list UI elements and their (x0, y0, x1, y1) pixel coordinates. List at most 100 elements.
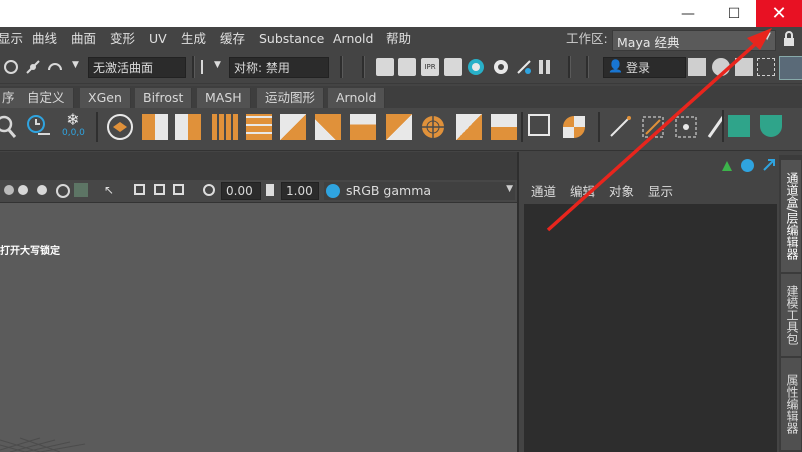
ipr-render-icon[interactable]: IPR (421, 58, 439, 76)
pause-icon[interactable] (539, 60, 543, 74)
menu-uv[interactable]: UV (149, 27, 167, 51)
minimize-button[interactable]: — (668, 0, 708, 27)
channel-settings-icon[interactable] (741, 159, 754, 172)
tab-channel-box-layer-editor[interactable]: 通道盒/层编辑器 (781, 160, 801, 272)
axis-icon[interactable] (720, 159, 734, 176)
login-button[interactable]: 👤 登录 (603, 57, 686, 78)
character-controls-icon[interactable] (735, 58, 753, 76)
user-icon: 👤 (608, 59, 623, 73)
marketplace-icon[interactable] (688, 58, 706, 76)
tab-modeling-toolkit[interactable]: 建模工具包 (781, 274, 801, 356)
bridge-icon[interactable] (315, 114, 341, 140)
sphere-wire-icon[interactable] (420, 114, 446, 143)
tab-arnold[interactable]: Arnold (328, 88, 386, 108)
xray-icon[interactable] (74, 183, 88, 197)
resolution-gate-icon[interactable] (173, 184, 184, 195)
poly-cube-icon[interactable] (142, 114, 168, 140)
snap-to-view-plane-icon[interactable] (46, 58, 64, 79)
lock-icon[interactable] (782, 31, 796, 47)
uv-editor-icon[interactable] (528, 114, 550, 136)
chan-tab-show[interactable]: 显示 (648, 181, 673, 200)
menu-generate[interactable]: 生成 (181, 27, 206, 51)
separate-icon[interactable] (456, 114, 482, 140)
maximize-button[interactable]: ☐ (714, 0, 754, 27)
shelf-divider (521, 112, 523, 142)
menu-substance[interactable]: Substance (259, 27, 324, 51)
snowflake-icon[interactable]: ❄ 0,0,0 (62, 112, 85, 139)
chan-tab-object[interactable]: 对象 (609, 181, 634, 200)
expand-arrow-icon[interactable] (762, 158, 776, 175)
tab-custom[interactable]: 自定义 (19, 88, 74, 108)
lighting-icon[interactable] (56, 184, 70, 198)
subdivide-icon[interactable] (212, 114, 238, 140)
gamma-field[interactable]: 1.00 (281, 182, 319, 200)
menu-cache[interactable]: 缓存 (220, 27, 245, 51)
menu-display[interactable]: 显示 (0, 27, 23, 51)
wireframe-icon[interactable] (4, 185, 14, 195)
tab-xgen[interactable]: XGen (80, 88, 131, 108)
frame-all-icon[interactable] (154, 184, 165, 195)
workspace-label: 工作区: (566, 31, 608, 46)
snap-to-point-icon[interactable] (24, 58, 42, 79)
render-settings-icon[interactable] (444, 58, 462, 76)
poly-sphere-icon[interactable] (175, 114, 201, 140)
menu-help[interactable]: 帮助 (386, 27, 411, 51)
chan-tab-edit[interactable]: 编辑 (570, 181, 595, 200)
menu-surfaces[interactable]: 曲面 (71, 27, 96, 51)
symmetry-field[interactable]: 对称: 禁用 (229, 57, 329, 78)
smooth-icon[interactable] (491, 114, 517, 140)
tab-mash[interactable]: MASH (197, 88, 251, 108)
unfold-uv-icon[interactable] (673, 114, 699, 143)
hypershade-icon[interactable] (467, 58, 485, 79)
layout-uv-icon[interactable] (760, 115, 782, 137)
isolate-select-icon[interactable] (134, 184, 145, 195)
channel-box-toggle-icon[interactable] (779, 56, 802, 80)
viewport-canvas[interactable] (0, 203, 517, 452)
open-render-view-icon[interactable] (376, 58, 394, 76)
smooth-shade-icon[interactable] (18, 185, 28, 195)
chevron-down-icon[interactable]: ▼ (214, 60, 221, 70)
checker-sphere-icon[interactable] (561, 114, 587, 143)
tab-attribute-editor[interactable]: 属性编辑器 (781, 358, 801, 450)
pause-icon-bar (546, 60, 550, 74)
gamma-icon[interactable] (266, 184, 274, 196)
cut-uv-icon[interactable] (607, 114, 633, 143)
bevel-icon[interactable] (350, 114, 376, 140)
render-setup-icon[interactable] (492, 58, 510, 79)
select-tool-icon[interactable]: ↖ (104, 183, 114, 197)
sew-uv-icon[interactable] (640, 114, 666, 143)
separator (192, 56, 195, 78)
magnifier-icon[interactable] (0, 114, 18, 143)
shelf-divider (722, 110, 724, 142)
close-button[interactable]: ✕ (756, 0, 802, 27)
textured-icon[interactable] (37, 185, 47, 195)
attribute-editor-icon[interactable] (757, 58, 775, 76)
nurbs-toolkit-icon[interactable] (106, 113, 134, 144)
combine-icon[interactable] (386, 114, 412, 140)
live-surface-field[interactable]: 无激活曲面 (88, 57, 186, 78)
symmetry-text: 对称: 禁用 (234, 61, 290, 75)
chevron-down-icon[interactable]: ▼ (72, 60, 79, 70)
tab-motion-graphics[interactable]: 运动图形 (257, 88, 325, 108)
separator (340, 56, 343, 78)
exposure-icon[interactable] (203, 184, 215, 196)
exposure-field[interactable]: 0.00 (221, 182, 261, 200)
modeling-toolkit-icon[interactable] (712, 58, 730, 76)
channel-list[interactable] (524, 204, 777, 452)
poly-plane-icon[interactable] (246, 114, 272, 140)
tab-bifrost[interactable]: Bifrost (135, 88, 193, 108)
menu-arnold[interactable]: Arnold (333, 27, 373, 51)
timer-icon[interactable] (24, 112, 52, 143)
light-editor-icon[interactable] (515, 58, 533, 79)
shelf-divider (598, 112, 600, 142)
color-management-icon (326, 184, 340, 198)
material-icon[interactable] (728, 115, 750, 137)
menu-deform[interactable]: 变形 (110, 27, 135, 51)
extrude-icon[interactable] (280, 114, 306, 140)
chan-tab-channels[interactable]: 通道 (531, 181, 556, 200)
workspace-dropdown[interactable]: Maya 经典 ▼ (612, 30, 776, 51)
render-frame-icon[interactable] (398, 58, 416, 76)
snap-to-curve-icon[interactable] (2, 58, 20, 79)
color-space-dropdown[interactable]: sRGB gamma ▼ (324, 182, 515, 200)
menu-curves[interactable]: 曲线 (32, 27, 57, 51)
